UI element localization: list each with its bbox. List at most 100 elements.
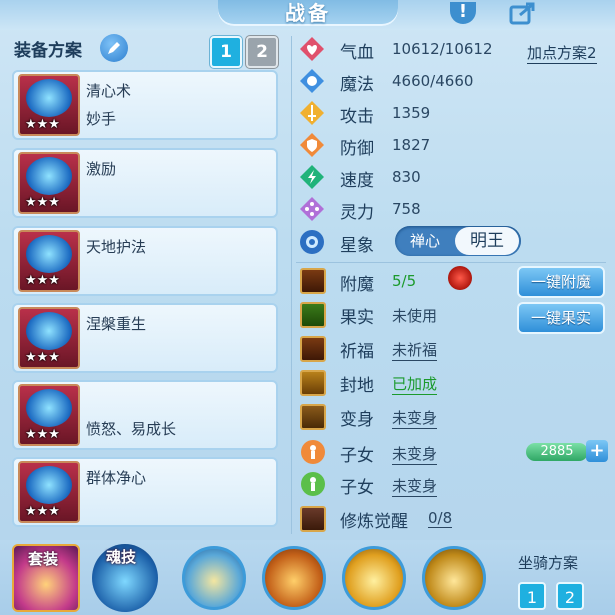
skill-icon: ★★★ [18, 152, 80, 214]
stat-value: 758 [392, 200, 421, 218]
one-click-fruit-button[interactable]: 一键果实 [517, 302, 605, 334]
stat-label: 魔法 [340, 75, 374, 95]
add-points-button[interactable]: + [586, 440, 608, 462]
bless-status-link[interactable]: 未祈福 [392, 339, 438, 361]
equipment-plan-2-button[interactable]: 2 [246, 36, 278, 68]
child2-status-link[interactable]: 未变身 [392, 475, 438, 497]
fief-icon [300, 370, 326, 396]
function-label: 子女 [340, 446, 374, 466]
soul-skill-label: 魂技 [106, 548, 137, 566]
skill-slot-1[interactable]: ★★★ 清心术 妙手 [12, 70, 278, 140]
star-sign-option-mingwang[interactable]: 明王 [455, 227, 519, 255]
star-sign-label: 星象 [340, 236, 374, 256]
skill-name: 激励 [86, 160, 117, 178]
enchant-count: 5/5 [392, 272, 417, 290]
star-sign-option-chanxin[interactable]: 禅心 [395, 226, 455, 256]
suit-button[interactable]: 套装 [12, 544, 80, 612]
mount-slot-3[interactable] [342, 546, 406, 610]
mount-slot-2[interactable] [262, 546, 326, 610]
skill-name: 涅槃重生 [86, 315, 147, 333]
share-button[interactable] [503, 0, 543, 26]
title-plate: 战备 [218, 0, 398, 26]
suit-label: 套装 [28, 550, 59, 568]
one-click-enchant-button[interactable]: 一键附魔 [517, 266, 605, 298]
skill-icon: ★★★ [18, 230, 80, 292]
section-divider [296, 262, 606, 263]
skill-stars: ★★★ [25, 427, 60, 442]
fruit-status: 未使用 [392, 307, 438, 325]
mount-plan-2-button[interactable]: 2 [556, 582, 584, 610]
cultivation-icon [300, 506, 326, 532]
enchant-timer-icon[interactable] [448, 266, 472, 290]
cultivation-progress-link[interactable]: 0/8 [428, 509, 453, 528]
page-title: 战备 [285, 1, 331, 25]
skill-stars: ★★★ [25, 117, 60, 132]
child-points-counter: 2885 [526, 443, 588, 461]
star-sign-toggle[interactable]: 禅心 明王 [395, 226, 521, 256]
skill-icon: ★★★ [18, 307, 80, 369]
info-button[interactable]: ! [443, 0, 483, 26]
soul-skill-button[interactable]: 魂技 [92, 544, 158, 612]
skill-subtext: 愤怒、易成长 [86, 420, 177, 438]
equipment-plan-1-button[interactable]: 1 [210, 36, 242, 68]
fruit-icon [300, 302, 326, 328]
stat-value: 1827 [392, 136, 431, 154]
star-sign-icon [300, 230, 324, 254]
edit-plan-button[interactable] [100, 34, 128, 62]
stat-label: 速度 [340, 171, 374, 191]
point-scheme-link[interactable]: 加点方案2 [527, 42, 597, 64]
skill-slot-6[interactable]: ★★★ 群体净心 [12, 457, 278, 527]
spirit-icon [300, 197, 324, 221]
mount-plan-label: 坐骑方案 [518, 554, 579, 572]
function-label: 祈福 [340, 342, 374, 362]
stat-label: 气血 [340, 43, 374, 63]
child1-status-link[interactable]: 未变身 [392, 443, 438, 465]
skill-icon: ★★★ [18, 461, 80, 523]
skill-subtext: 妙手 [86, 110, 117, 128]
skill-stars: ★★★ [25, 504, 60, 519]
skill-stars: ★★★ [25, 195, 60, 210]
skill-stars: ★★★ [25, 273, 60, 288]
skill-icon: ★★★ [18, 74, 80, 136]
skill-stars: ★★★ [25, 350, 60, 365]
function-label: 附魔 [340, 275, 374, 295]
exclamation-icon: ! [450, 2, 476, 24]
child-icon [301, 440, 325, 464]
skill-slot-3[interactable]: ★★★ 天地护法 [12, 226, 278, 296]
function-label: 封地 [340, 376, 374, 396]
transform-status-link[interactable]: 未变身 [392, 407, 438, 429]
skill-slot-2[interactable]: ★★★ 激励 [12, 148, 278, 218]
panel-divider [291, 36, 292, 534]
shield-icon [300, 133, 324, 157]
child-icon [301, 472, 325, 496]
stat-label: 灵力 [340, 203, 374, 223]
sword-icon [300, 101, 324, 125]
skill-icon: ★★★ [18, 384, 80, 446]
skill-name: 天地护法 [86, 238, 147, 256]
fief-status-link[interactable]: 已加成 [392, 373, 438, 395]
speed-icon [300, 165, 324, 189]
stat-value: 4660/4660 [392, 72, 474, 90]
mount-slot-1[interactable] [182, 546, 246, 610]
function-label: 变身 [340, 410, 374, 430]
function-label: 子女 [340, 478, 374, 498]
stat-value: 1359 [392, 104, 431, 122]
equipment-plan-title: 装备方案 [14, 41, 82, 61]
share-icon [509, 2, 535, 25]
stat-value: 10612/10612 [392, 40, 493, 58]
function-label: 果实 [340, 308, 374, 328]
function-label: 修炼觉醒 [340, 512, 408, 532]
stat-value: 830 [392, 168, 421, 186]
stat-label: 防御 [340, 139, 374, 159]
skill-slot-4[interactable]: ★★★ 涅槃重生 [12, 303, 278, 373]
mount-plan-1-button[interactable]: 1 [518, 582, 546, 610]
stat-label: 攻击 [340, 107, 374, 127]
bless-icon [300, 336, 326, 362]
mount-slot-4[interactable] [422, 546, 486, 610]
skill-name: 群体净心 [86, 469, 147, 487]
mana-icon [300, 69, 324, 93]
skill-name: 清心术 [86, 82, 132, 100]
skill-slot-5[interactable]: ★★★ 愤怒、易成长 [12, 380, 278, 450]
pencil-icon [108, 42, 120, 54]
enchant-icon [300, 268, 326, 294]
